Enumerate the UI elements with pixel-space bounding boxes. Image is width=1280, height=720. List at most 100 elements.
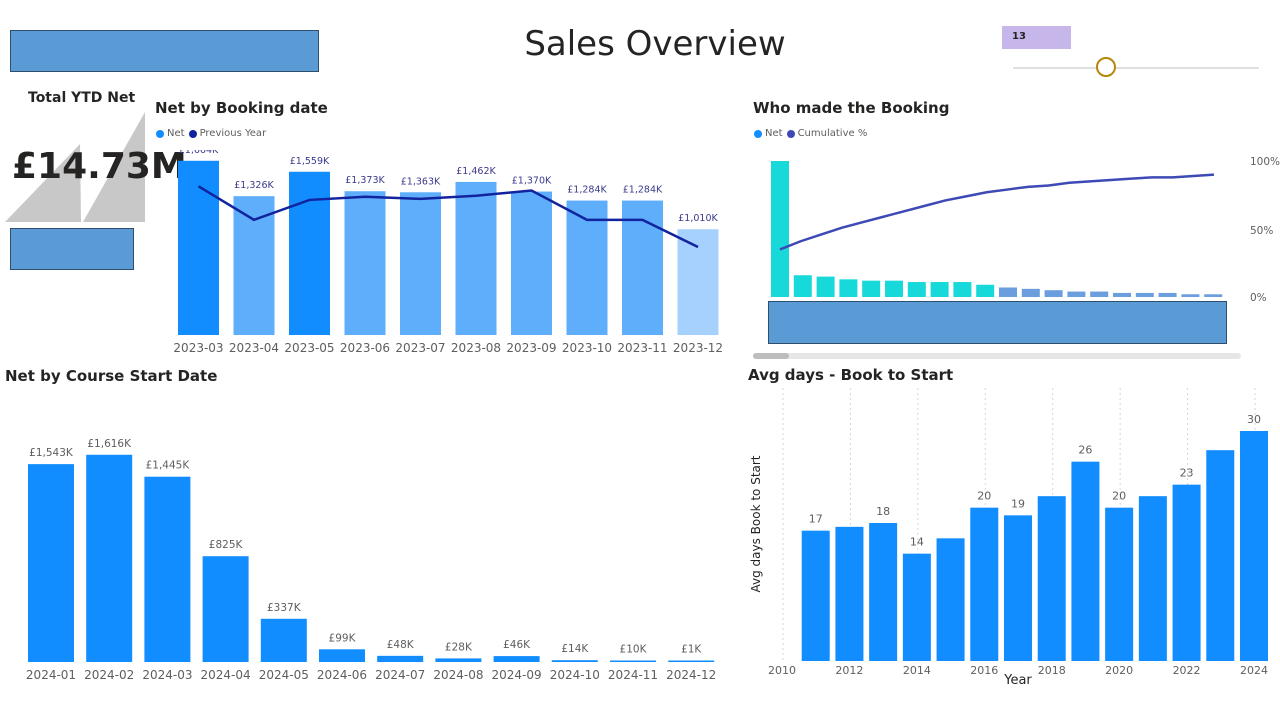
x-tick-label: 2024-04 [201,668,251,682]
legend-item-net[interactable]: Net [156,128,185,139]
pareto-bar [1090,291,1109,297]
slider-handle[interactable] [1096,57,1117,77]
slider-track[interactable] [1013,67,1259,69]
x-tick-label: 2023-03 [173,341,223,355]
bar-2023-05 [289,171,330,335]
x-tick-label: 2022 [1173,664,1201,677]
chart2-scrollbar-thumb[interactable] [753,353,789,359]
legend-item-previous-year[interactable]: Previous Year [188,128,267,139]
x-tick-label: 2024-08 [433,668,483,682]
pareto-bar [1181,294,1200,297]
x-tick-label: 2010 [768,664,796,677]
x-tick-label: 2024-07 [375,668,425,682]
x-tick-label: 2024-06 [317,668,367,682]
kpi-placeholder-box [10,228,134,270]
pareto-bar [999,287,1017,297]
data-label: £1,373K [345,175,385,186]
data-label: £337K [267,602,302,614]
pareto-bar [816,276,835,297]
bar-2024-09 [493,656,540,662]
legend-label: Previous Year [199,128,267,139]
bar-2024-12 [668,660,715,662]
pareto-bar [1113,292,1131,297]
pareto-bar [1044,290,1063,297]
chart1-legend: Net Previous Year [156,128,270,139]
chart-avg-days-book-to-start[interactable]: 2010 2012 2014 2016 2018 2020 2022 202417181420… [740,388,1280,688]
slider-value-box: 13 [1002,26,1071,49]
bar-2017 [1004,515,1032,661]
x-tick-label: 2023-12 [673,341,723,355]
kpi-label: Total YTD Net [28,90,136,106]
chart2-title: Who made the Booking [753,99,950,117]
legend-label: Net [167,128,185,139]
bar-2023-09 [511,191,552,335]
bar-2018 [1037,496,1066,661]
bar-2021 [1138,496,1167,661]
chart2-scrollbar[interactable] [753,353,1241,359]
bar-2024-01 [28,464,74,662]
bar-2024-05 [260,618,307,662]
chart-net-by-course-start-date[interactable]: £1,543K 2024-01 £1,616K 2024-02 £1,445K 2024-… [0,420,730,690]
legend-item-cumulative[interactable]: Cumulative % [786,128,867,139]
bar-2024-02 [86,454,133,662]
data-label: 14 [910,536,924,549]
pareto-bar [885,280,903,297]
x-tick-label: 2024-05 [259,668,309,682]
bar-2011 [801,530,830,661]
bar-2024-07 [377,655,424,662]
bar-2015 [936,538,965,661]
data-label: £46K [503,639,531,651]
data-label: £1,445K [146,460,191,472]
pareto-bar [907,282,926,297]
chart3-title: Net by Course Start Date [5,367,218,385]
y2-tick-label: 50% [1250,225,1273,237]
x-tick-label: 2024 [1240,664,1268,677]
x-tick-label: 2016 [970,664,998,677]
x-tick-label: 2023-10 [562,341,612,355]
legend-dot-icon [156,129,164,138]
bar-2013 [869,523,898,661]
pareto-bar [1067,291,1086,297]
x-tick-label: 2024-09 [492,668,542,682]
data-label: 17 [809,513,823,526]
data-label: £1,363K [401,176,441,187]
chart4-title: Avg days - Book to Start [748,366,954,384]
bar-2022 [1172,484,1201,661]
data-label: 30 [1247,413,1261,426]
x-tick-label: 2024-11 [608,668,658,682]
legend-dot-icon [786,129,795,138]
data-label: £48K [387,639,415,651]
bar-2024-11 [610,660,656,662]
x-tick-label: 2023-06 [340,341,390,355]
pareto-bar [771,161,789,297]
x-tick-label: 2024-01 [26,668,76,682]
x-tick-label: 2014 [903,664,931,677]
pareto-bar [1204,294,1223,297]
data-label: £1,616K [87,438,132,450]
y2-tick-label: 100% [1250,156,1280,168]
chart2-legend: Net Cumulative % [754,128,871,139]
bar-2012 [835,526,864,661]
y2-tick-label: 0% [1250,292,1267,304]
legend-label: Net [765,128,783,139]
pareto-bar [793,275,812,297]
x-tick-label: 2023-08 [451,341,501,355]
chart-net-by-booking-date[interactable]: £1,664K 2023-03 £1,326K 2023-04 £1,559K 2023-… [150,150,740,360]
data-label: £1,010K [678,213,718,224]
pareto-bar [953,282,972,297]
bar-2020 [1105,507,1134,661]
data-label: £1,559K [290,156,330,167]
data-label: £99K [329,632,357,644]
legend-item-net[interactable]: Net [754,128,783,139]
x-axis-title: Year [1003,673,1032,688]
bar-2024-03 [144,476,191,662]
bar-2023-07 [400,192,441,335]
bar-2019 [1071,461,1100,661]
data-label: £1,370K [512,176,552,187]
bar-2014 [902,553,931,661]
x-tick-label: 2012 [835,664,863,677]
bar-2024-06 [319,649,365,662]
pareto-bar [839,279,858,297]
x-tick-label: 2018 [1038,664,1066,677]
data-label: £1K [681,644,702,656]
